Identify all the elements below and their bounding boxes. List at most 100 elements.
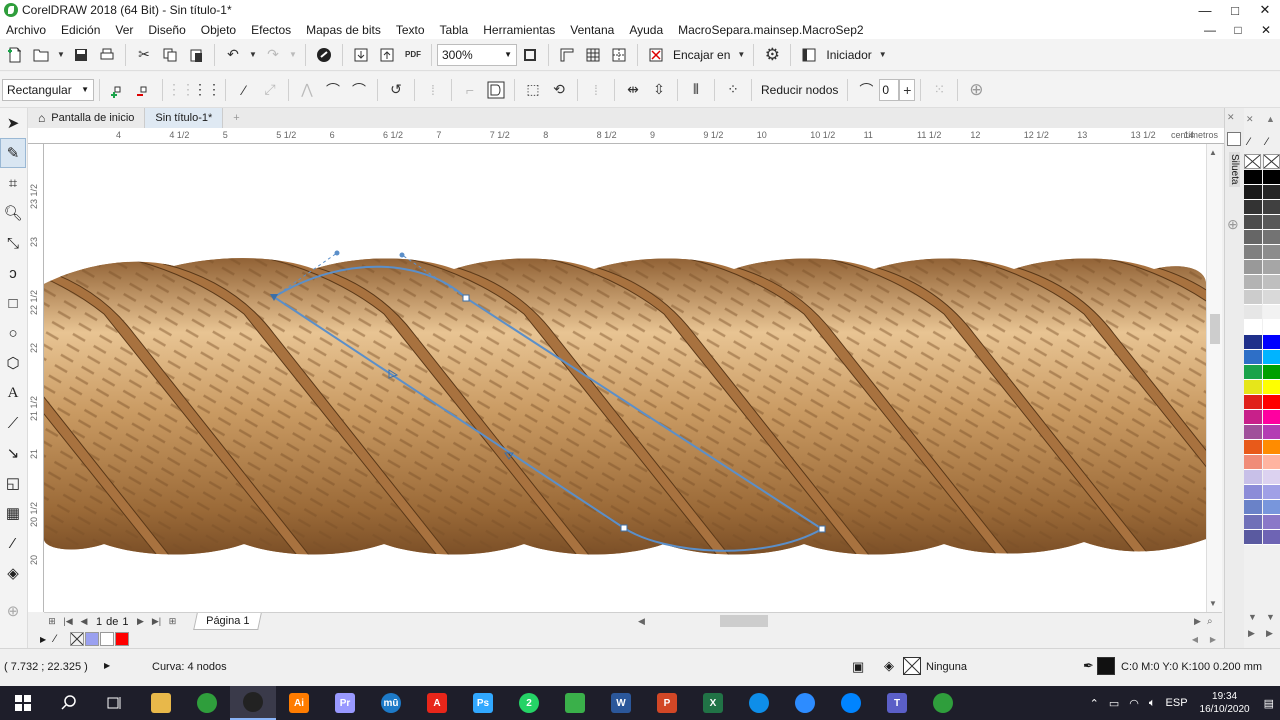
taskbar-app-corel-green[interactable] <box>552 686 598 720</box>
palette-color-swatch[interactable] <box>1263 305 1280 320</box>
palette-color-swatch[interactable] <box>1263 395 1280 410</box>
cut-icon[interactable]: ✂ <box>133 44 155 66</box>
workspace-label[interactable]: Iniciador <box>826 48 871 62</box>
palette-color-swatch[interactable] <box>1263 455 1280 470</box>
taskbar-app-powerpoint[interactable]: P <box>644 686 690 720</box>
palette-color-swatch[interactable] <box>1244 485 1262 500</box>
rectangle-tool-icon[interactable]: □ <box>0 288 26 318</box>
add-page-after-icon[interactable]: ⊞ <box>166 615 180 629</box>
no-color-swatch[interactable] <box>70 632 84 646</box>
palette-color-swatch[interactable] <box>1263 365 1280 380</box>
cusp-node-icon[interactable]: ⋀ <box>296 79 318 101</box>
menu-macro[interactable]: MacroSepara.mainsep.MacroSep2 <box>678 23 863 37</box>
palette-color-swatch[interactable] <box>1244 455 1262 470</box>
palette-scroll-left-icon[interactable]: ◀ <box>1192 635 1198 644</box>
close-docker-icon[interactable]: ✕ <box>1227 112 1235 123</box>
fill-swatch-none[interactable] <box>903 657 921 675</box>
print-icon[interactable] <box>96 44 118 66</box>
vertical-ruler[interactable]: 23 1/2 23 22 1/2 22 21 1/2 21 20 1/2 20 <box>28 144 44 612</box>
palette-color-swatch[interactable] <box>1244 245 1262 260</box>
align-nodes-icon[interactable]: ⁞ <box>585 79 607 101</box>
break-curve-icon[interactable]: ⋮⋮ <box>193 79 221 101</box>
menu-tabla[interactable]: Tabla <box>440 23 469 37</box>
color-swatch[interactable] <box>100 632 114 646</box>
scroll-left-icon[interactable]: ◀ <box>638 616 645 627</box>
last-page-icon[interactable]: ▶| <box>150 615 164 629</box>
minimize-button[interactable]: — <box>1190 0 1220 20</box>
zoom-level-combo[interactable]: 300% ▼ <box>437 43 517 66</box>
scroll-right-icon[interactable]: ▶ <box>1194 616 1201 627</box>
outline-color-swatch[interactable] <box>1097 657 1115 675</box>
maximize-button[interactable]: □ <box>1220 0 1250 20</box>
palette-color-swatch[interactable] <box>1263 380 1280 395</box>
menu-archivo[interactable]: Archivo <box>6 23 46 37</box>
menu-edicion[interactable]: Edición <box>61 23 100 37</box>
palette-color-swatch[interactable] <box>1244 185 1262 200</box>
taskbar-app-illustrator[interactable]: Ai <box>276 686 322 720</box>
palette-color-swatch[interactable] <box>1244 425 1262 440</box>
snap-dropdown-chevron-icon[interactable]: ▼ <box>736 44 746 66</box>
first-page-icon[interactable]: |◀ <box>61 615 75 629</box>
taskbar-app-excel[interactable]: X <box>690 686 736 720</box>
search-button[interactable] <box>46 686 92 720</box>
palette-scroll-right-icon[interactable]: ▶ <box>1210 635 1216 644</box>
palette-color-swatch[interactable] <box>1244 410 1262 425</box>
battery-icon[interactable]: ▭ <box>1109 697 1119 710</box>
smooth-node-icon[interactable]: ⌒ <box>322 79 344 101</box>
taskbar-app-chrome[interactable] <box>184 686 230 720</box>
vertical-scroll-thumb[interactable] <box>1210 314 1220 344</box>
reverse-direction-icon[interactable]: ↺ <box>385 79 407 101</box>
undo-icon[interactable]: ↶ <box>222 44 244 66</box>
taskbar-app-photoshop[interactable]: Ps <box>460 686 506 720</box>
menu-objeto[interactable]: Objeto <box>201 23 236 37</box>
control-point[interactable] <box>334 250 340 256</box>
color-proofing-icon[interactable]: ▣ <box>852 659 864 675</box>
extend-curve-icon[interactable]: ⁞ <box>422 79 444 101</box>
quick-customize-icon[interactable]: ⊕ <box>965 79 987 101</box>
palette-color-swatch[interactable] <box>1244 230 1262 245</box>
palette-color-swatch[interactable] <box>1263 200 1280 215</box>
palette-expand-icon-2[interactable]: ▶ <box>1266 628 1273 639</box>
show-guidelines-icon[interactable] <box>608 44 630 66</box>
menu-efectos[interactable]: Efectos <box>251 23 291 37</box>
wifi-icon[interactable]: ◠ <box>1129 697 1139 710</box>
palette-color-swatch[interactable] <box>1263 515 1280 530</box>
palette-color-swatch[interactable] <box>1263 260 1280 275</box>
palette-color-swatch[interactable] <box>1244 470 1262 485</box>
curve-smoothness-field[interactable]: 0 <box>879 78 900 101</box>
import-icon[interactable] <box>350 44 372 66</box>
curve-smoothness-stepper[interactable]: + <box>899 78 916 101</box>
taskbar-app-musescore[interactable]: mū <box>368 686 414 720</box>
docker-tab-silueta[interactable]: Silueta <box>1229 152 1240 187</box>
transparency-tool-icon[interactable]: ▦ <box>0 498 26 528</box>
eyedropper-tool-icon[interactable]: ⁄ <box>0 528 26 558</box>
palette-scroll-down-icon[interactable]: ▼ <box>1248 612 1257 622</box>
elastic-mode-icon[interactable]: ⦀ <box>685 79 707 101</box>
palette-color-swatch[interactable] <box>1244 380 1262 395</box>
palette-color-swatch[interactable] <box>1244 290 1262 305</box>
taskbar-app-teamviewer[interactable] <box>736 686 782 720</box>
palette-color-swatch[interactable] <box>1263 245 1280 260</box>
mirror-horizontal-icon[interactable]: ⇹ <box>622 79 644 101</box>
palette-color-swatch[interactable] <box>1263 290 1280 305</box>
symmetrical-node-icon[interactable]: ⌒ <box>348 79 370 101</box>
undo-dropdown-chevron-icon[interactable]: ▼ <box>248 44 258 66</box>
palette-no-color-swatch[interactable] <box>1244 154 1261 169</box>
palette-color-swatch[interactable] <box>1244 260 1262 275</box>
publish-pdf-icon[interactable]: PDF <box>402 44 424 66</box>
drop-shadow-tool-icon[interactable]: ◱ <box>0 468 26 498</box>
tray-chevron-up-icon[interactable]: ⌃ <box>1090 697 1099 710</box>
mirror-vertical-icon[interactable]: ⇳ <box>648 79 670 101</box>
menu-mapas-de-bits[interactable]: Mapas de bits <box>306 23 381 37</box>
palette-color-swatch[interactable] <box>1244 335 1262 350</box>
menu-texto[interactable]: Texto <box>396 23 425 37</box>
page-tab[interactable]: Página 1 <box>192 613 262 630</box>
palette-color-swatch[interactable] <box>1244 170 1262 185</box>
palette-color-swatch[interactable] <box>1263 230 1280 245</box>
delete-node-icon[interactable] <box>133 79 155 101</box>
close-curve-icon[interactable] <box>485 79 507 101</box>
workspace-dropdown-chevron-icon[interactable]: ▼ <box>878 44 888 66</box>
notifications-icon[interactable]: ▤ <box>1264 697 1274 710</box>
show-rulers-icon[interactable] <box>556 44 578 66</box>
color-swatch[interactable] <box>115 632 129 646</box>
